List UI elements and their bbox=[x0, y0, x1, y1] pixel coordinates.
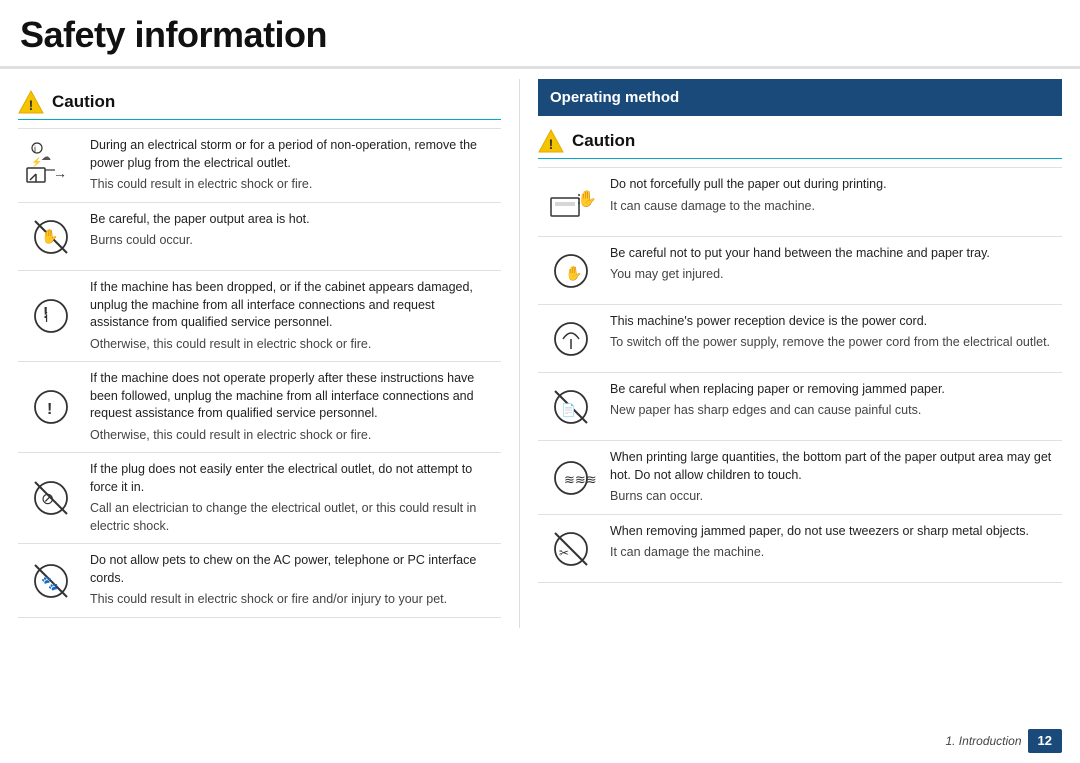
svg-text:⊘: ⊘ bbox=[41, 491, 54, 508]
text-cell: When removing jammed paper, do not use t… bbox=[606, 514, 1062, 582]
caution-header-right: ! Caution bbox=[538, 128, 1062, 154]
svg-text:✋: ✋ bbox=[565, 265, 582, 281]
section-divider-left bbox=[18, 119, 501, 120]
icon-cell: ✋ bbox=[18, 202, 86, 270]
text-cell: If the plug does not easily enter the el… bbox=[86, 453, 501, 544]
icon-cell: i ! bbox=[18, 271, 86, 362]
left-info-table: ⚡ ☁ i → During an electrical storm or fo… bbox=[18, 128, 501, 617]
sub-text: This could result in electric shock or f… bbox=[90, 176, 497, 194]
caution-icon-right: ! bbox=[538, 128, 564, 154]
svg-text:🐾: 🐾 bbox=[41, 575, 58, 592]
text-cell: Be careful when replacing paper or remov… bbox=[606, 372, 1062, 440]
svg-text:!: ! bbox=[47, 401, 52, 418]
table-row: ⚡ ☁ i → During an electrical storm or fo… bbox=[18, 129, 501, 203]
text-cell: If the machine has been dropped, or if t… bbox=[86, 271, 501, 362]
table-row: i ! If the machine has been dropped, or … bbox=[18, 271, 501, 362]
text-cell: If the machine does not operate properly… bbox=[86, 362, 501, 453]
page-footer: 1. Introduction 12 bbox=[945, 729, 1062, 753]
sub-text: You may get injured. bbox=[610, 266, 1058, 284]
table-row: ✋ Do not forcefully pull the paper out d… bbox=[538, 168, 1062, 236]
icon-cell: 🐾 bbox=[18, 544, 86, 618]
text-cell: When printing large quantities, the bott… bbox=[606, 441, 1062, 515]
icon-cell bbox=[538, 304, 606, 372]
svg-text:→: → bbox=[53, 165, 67, 181]
main-text: If the plug does not easily enter the el… bbox=[90, 461, 497, 496]
svg-text:!: ! bbox=[43, 305, 48, 322]
caution-header-left: ! Caution bbox=[18, 89, 501, 115]
main-text: During an electrical storm or for a peri… bbox=[90, 137, 497, 172]
main-text: If the machine does not operate properly… bbox=[90, 370, 497, 423]
page-title: Safety information bbox=[20, 14, 327, 55]
main-text: When printing large quantities, the bott… bbox=[610, 449, 1058, 484]
text-cell: During an electrical storm or for a peri… bbox=[86, 129, 501, 203]
icon-cell: 📄 bbox=[538, 372, 606, 440]
svg-text:✂: ✂ bbox=[559, 546, 569, 560]
sub-text: It can damage the machine. bbox=[610, 544, 1058, 562]
svg-text:☁: ☁ bbox=[41, 152, 51, 163]
icon-cell: ⊘ bbox=[18, 453, 86, 544]
sub-text: New paper has sharp edges and can cause … bbox=[610, 402, 1058, 420]
table-row: 🐾 Do not allow pets to chew on the AC po… bbox=[18, 544, 501, 618]
icon-cell: ✋ bbox=[538, 168, 606, 236]
sub-text: Burns can occur. bbox=[610, 488, 1058, 506]
icon-cell: ⚡ ☁ i → bbox=[18, 129, 86, 203]
table-row: 📄 Be careful when replacing paper or rem… bbox=[538, 372, 1062, 440]
sub-text: Burns could occur. bbox=[90, 232, 497, 250]
left-column: ! Caution ⚡ ☁ i → During an electrical s… bbox=[0, 79, 520, 627]
main-text: When removing jammed paper, do not use t… bbox=[610, 523, 1058, 541]
main-text: Be careful when replacing paper or remov… bbox=[610, 381, 1058, 399]
table-row: ✋ Be careful not to put your hand betwee… bbox=[538, 236, 1062, 304]
text-cell: Be careful, the paper output area is hot… bbox=[86, 202, 501, 270]
svg-text:📄: 📄 bbox=[561, 403, 576, 417]
op-method-bar: Operating method bbox=[538, 79, 1062, 116]
main-text: Do not forcefully pull the paper out dur… bbox=[610, 176, 1058, 194]
page-header: Safety information bbox=[0, 0, 1080, 69]
right-info-table: ✋ Do not forcefully pull the paper out d… bbox=[538, 167, 1062, 582]
sub-text: Otherwise, this could result in electric… bbox=[90, 427, 497, 445]
text-cell: Be careful not to put your hand between … bbox=[606, 236, 1062, 304]
table-row: ✂ When removing jammed paper, do not use… bbox=[538, 514, 1062, 582]
text-cell: This machine's power reception device is… bbox=[606, 304, 1062, 372]
svg-text:!: ! bbox=[549, 136, 554, 152]
sub-text: It can cause damage to the machine. bbox=[610, 198, 1058, 216]
icon-cell: ✋ bbox=[538, 236, 606, 304]
main-text: If the machine has been dropped, or if t… bbox=[90, 279, 497, 332]
table-row: ≋≋≋ When printing large quantities, the … bbox=[538, 441, 1062, 515]
op-method-label: Operating method bbox=[550, 89, 679, 106]
table-row: ! If the machine does not operate proper… bbox=[18, 362, 501, 453]
svg-text:✋: ✋ bbox=[41, 228, 58, 244]
icon-cell: ≋≋≋ bbox=[538, 441, 606, 515]
main-text: Be careful not to put your hand between … bbox=[610, 245, 1058, 263]
sub-text: To switch off the power supply, remove t… bbox=[610, 334, 1058, 352]
svg-text:i: i bbox=[34, 144, 36, 154]
caution-label-left: Caution bbox=[52, 90, 115, 114]
section-divider-right bbox=[538, 158, 1062, 159]
main-text: Be careful, the paper output area is hot… bbox=[90, 211, 497, 229]
svg-text:✋: ✋ bbox=[577, 189, 597, 208]
icon-cell: ! bbox=[18, 362, 86, 453]
icon-cell: ✂ bbox=[538, 514, 606, 582]
svg-text:!: ! bbox=[29, 97, 34, 113]
text-cell: Do not allow pets to chew on the AC powe… bbox=[86, 544, 501, 618]
content-area: ! Caution ⚡ ☁ i → During an electrical s… bbox=[0, 69, 1080, 627]
sub-text: Call an electrician to change the electr… bbox=[90, 500, 497, 535]
footer-page: 12 bbox=[1028, 729, 1062, 753]
caution-icon-left: ! bbox=[18, 89, 44, 115]
sub-text: This could result in electric shock or f… bbox=[90, 591, 497, 609]
main-text: Do not allow pets to chew on the AC powe… bbox=[90, 552, 497, 587]
caution-label-right: Caution bbox=[572, 129, 635, 153]
table-row: This machine's power reception device is… bbox=[538, 304, 1062, 372]
table-row: ⊘ If the plug does not easily enter the … bbox=[18, 453, 501, 544]
right-column: Operating method ! Caution ✋ Do not forc… bbox=[520, 79, 1080, 627]
sub-text: Otherwise, this could result in electric… bbox=[90, 336, 497, 354]
footer-text: 1. Introduction bbox=[945, 733, 1021, 750]
svg-text:≋≋≋: ≋≋≋ bbox=[564, 472, 597, 487]
main-text: This machine's power reception device is… bbox=[610, 313, 1058, 331]
table-row: ✋ Be careful, the paper output area is h… bbox=[18, 202, 501, 270]
text-cell: Do not forcefully pull the paper out dur… bbox=[606, 168, 1062, 236]
